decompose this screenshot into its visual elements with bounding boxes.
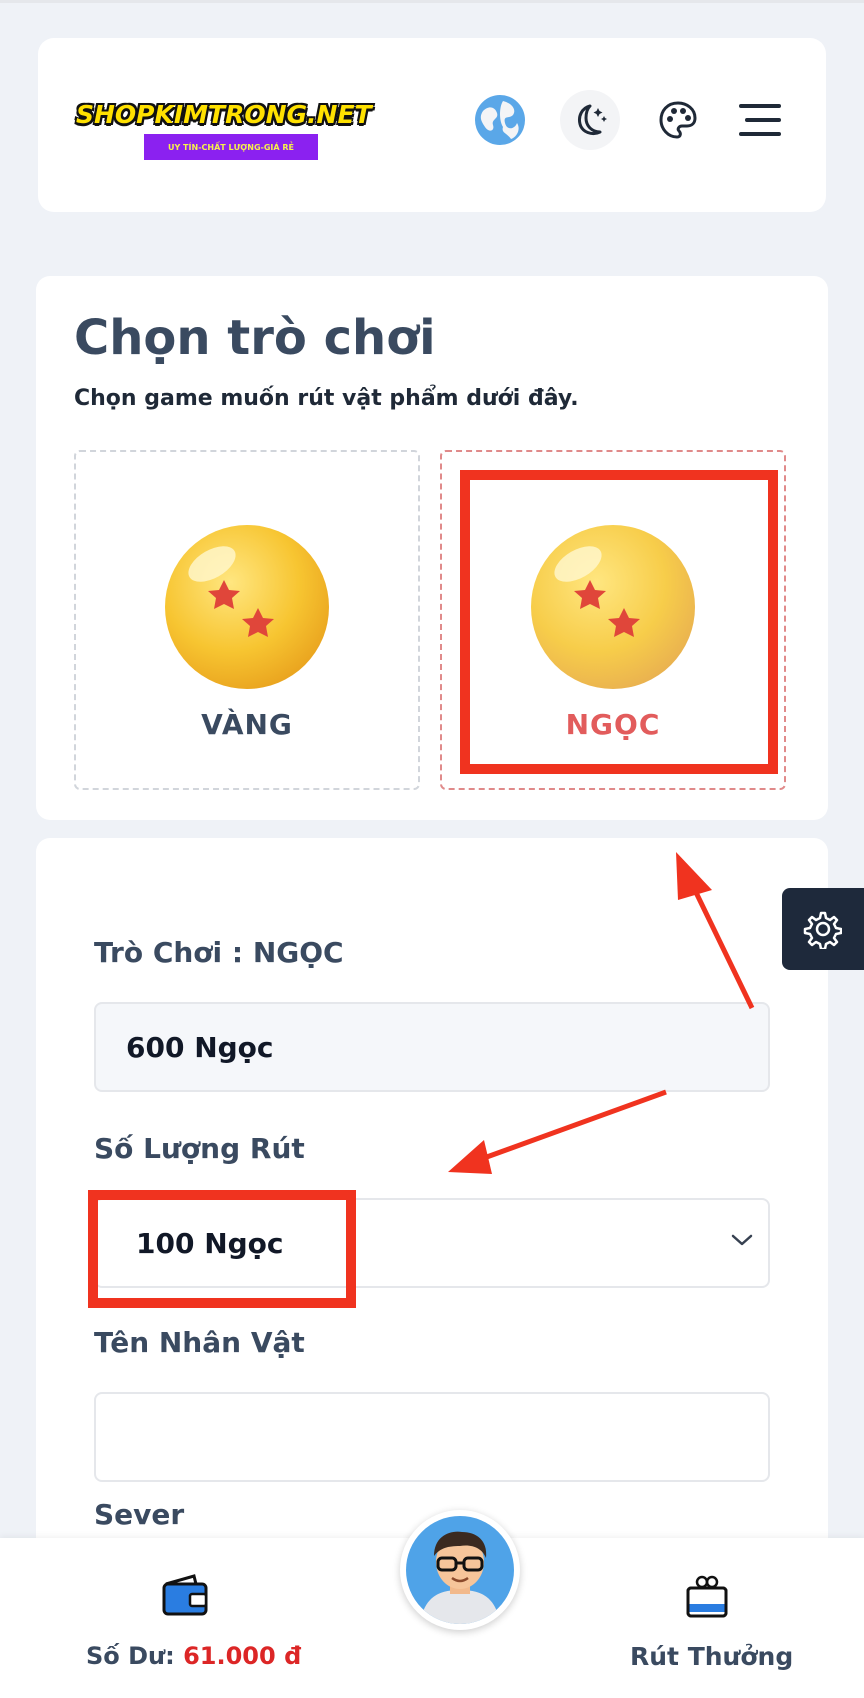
gear-icon (803, 911, 842, 949)
header-bar: SHOPKIMTRONG.NET UY TÍN-CHẤT LƯỢNG-GIÁ R… (38, 38, 826, 212)
avatar-image (406, 1516, 514, 1624)
balance-amount: 61.000 đ (183, 1642, 302, 1670)
character-name-label: Tên Nhân Vật (94, 1326, 305, 1359)
globe-icon[interactable] (470, 90, 530, 150)
balance-field: 600 Ngọc (94, 1002, 770, 1092)
game-option-vang[interactable]: VÀNG (74, 450, 420, 790)
server-label: Sever (94, 1498, 185, 1531)
page-subtitle: Chọn game muốn rút vật phẩm dưới đây. (74, 386, 579, 411)
logo-text: SHOPKIMTRONG.NET (76, 100, 372, 129)
balance-text: Số Dư: 61.000 đ (86, 1642, 301, 1670)
gift-icon (686, 1575, 728, 1618)
palette-icon[interactable] (648, 90, 708, 150)
avatar[interactable] (400, 1510, 520, 1630)
settings-tab[interactable] (782, 888, 864, 970)
nav-balance[interactable]: Số Dư: 61.000 đ (70, 1574, 301, 1674)
moon-icon[interactable] (560, 90, 620, 150)
balance-field-value: 600 Ngọc (126, 1030, 274, 1064)
withdraw-reward-label: Rút Thưởng (630, 1642, 794, 1671)
logo-tagline: UY TÍN-CHẤT LƯỢNG-GIÁ RẺ (144, 134, 318, 160)
nav-withdraw-reward[interactable]: Rút Thưởng (630, 1574, 794, 1674)
balance-label: Số Dư: (86, 1642, 175, 1670)
game-option-label: VÀNG (201, 708, 293, 741)
chevron-down-icon (731, 1234, 753, 1246)
site-logo[interactable]: SHOPKIMTRONG.NET UY TÍN-CHẤT LƯỢNG-GIÁ R… (76, 100, 396, 162)
highlight-box-ngoc (460, 470, 778, 774)
page-title: Chọn trò chơi (74, 310, 436, 366)
amount-label: Số Lượng Rút (94, 1132, 305, 1165)
wallet-icon (162, 1574, 208, 1616)
dragon-ball-icon (165, 525, 329, 689)
highlight-box-amount (88, 1190, 356, 1308)
character-name-input[interactable] (94, 1392, 770, 1482)
game-label: Trò Chơi : NGỌC (94, 936, 344, 969)
menu-icon[interactable] (730, 90, 790, 150)
top-divider (0, 0, 864, 3)
